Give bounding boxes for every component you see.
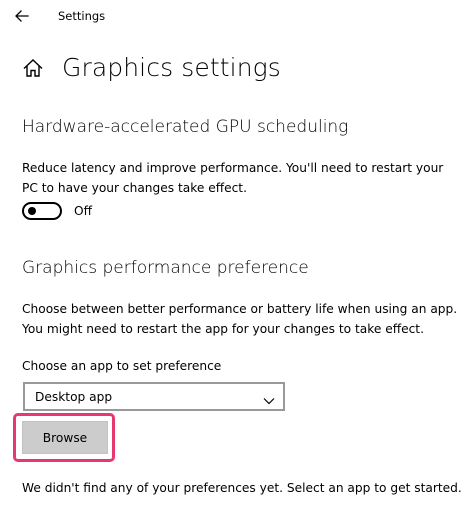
gpu-scheduling-description: Reduce latency and improve performance. … (22, 161, 444, 195)
gpu-scheduling-toggle[interactable] (22, 202, 62, 220)
home-icon (22, 57, 44, 79)
arrow-left-icon[interactable] (14, 8, 30, 24)
app-title: Settings (58, 9, 106, 23)
dropdown-selected-value: Desktop app (35, 390, 113, 404)
title-bar: Settings (0, 0, 474, 32)
chevron-down-icon (263, 391, 275, 405)
app-preference-label: Choose an app to set preference (22, 359, 222, 373)
gpu-scheduling-heading: Hardware-accelerated GPU scheduling (22, 117, 349, 137)
toggle-knob (28, 207, 36, 215)
empty-preferences-message: We didn't find any of your preferences y… (22, 481, 462, 495)
toggle-state-label: Off (74, 204, 92, 218)
performance-preference-description: Choose between better performance or bat… (22, 302, 458, 336)
page-title: Graphics settings (62, 53, 281, 82)
browse-button[interactable]: Browse (22, 421, 108, 454)
app-type-dropdown[interactable]: Desktop app (23, 382, 285, 411)
performance-preference-heading: Graphics performance preference (22, 258, 309, 278)
